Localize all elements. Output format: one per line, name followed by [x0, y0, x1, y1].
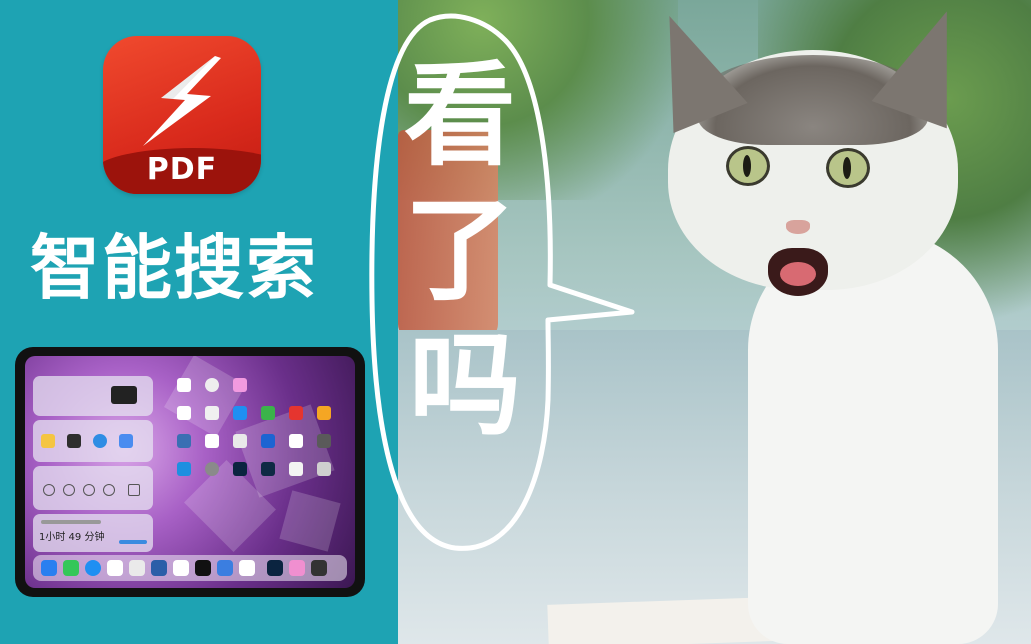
appstore-app-icon: [233, 406, 247, 420]
calendar-app-icon: [177, 378, 191, 392]
pdf-app-icon: PDF: [103, 36, 261, 194]
reminders-app-icon: [205, 406, 219, 420]
dock-app-4: [107, 560, 123, 576]
app-icon-18: [317, 462, 331, 476]
dock-app-7: [173, 560, 189, 576]
tablet-device: 1小时 49 分钟: [15, 347, 365, 597]
dock-app-9: [217, 560, 233, 576]
dock-app-6: [151, 560, 167, 576]
lightning-bolt-icon: [143, 56, 221, 146]
app-icon-17: [289, 462, 303, 476]
dock-app-2: [63, 560, 79, 576]
cat-nose: [786, 220, 810, 234]
notes-app-icon: [177, 406, 191, 420]
dock-app-5: [129, 560, 145, 576]
photoshop-app-icon: [233, 462, 247, 476]
widget-controls: [33, 466, 153, 510]
cat-right-eye: [826, 148, 870, 188]
clock-app-icon: [205, 378, 219, 392]
app-icon-8: [205, 434, 219, 448]
headline-smart-search: 智能搜索: [30, 227, 318, 309]
dock-app-11: [267, 560, 283, 576]
cat-photo: [398, 0, 1031, 644]
lightroom-app-icon: [261, 462, 275, 476]
app-icon-7: [177, 434, 191, 448]
creative-cloud-app-icon: [289, 406, 303, 420]
flower-pot: [398, 130, 498, 340]
app-icon-11: [289, 434, 303, 448]
app-icon-13: [177, 462, 191, 476]
widget-shortcuts: [33, 420, 153, 462]
photos-app-icon: [233, 378, 247, 392]
left-panel: PDF 智能搜索 1小时 49 分钟: [0, 0, 398, 644]
pdf-label: PDF: [146, 152, 218, 187]
tablet-screen: 1小时 49 分钟: [25, 356, 355, 588]
dock-app-3: [85, 560, 101, 576]
dock-app-8: [195, 560, 211, 576]
noteplan-app-icon: [317, 406, 331, 420]
tablet-dock: [33, 555, 347, 581]
settings-app-icon: [205, 462, 219, 476]
dock-app-1: [41, 560, 57, 576]
dock-app-10: [239, 560, 255, 576]
app-icon-12: [317, 434, 331, 448]
screen-time-duration: 1小时 49 分钟: [39, 532, 105, 543]
dock-app-12: [289, 560, 305, 576]
cat-left-eye: [726, 146, 770, 186]
widget-screen-time: 1小时 49 分钟: [33, 514, 153, 552]
app-icon-9: [233, 434, 247, 448]
apple-tv-icon: [111, 386, 137, 404]
evernote-app-icon: [261, 406, 275, 420]
widget-tv: [33, 376, 153, 416]
app-icon-10: [261, 434, 275, 448]
dock-app-13: [311, 560, 327, 576]
